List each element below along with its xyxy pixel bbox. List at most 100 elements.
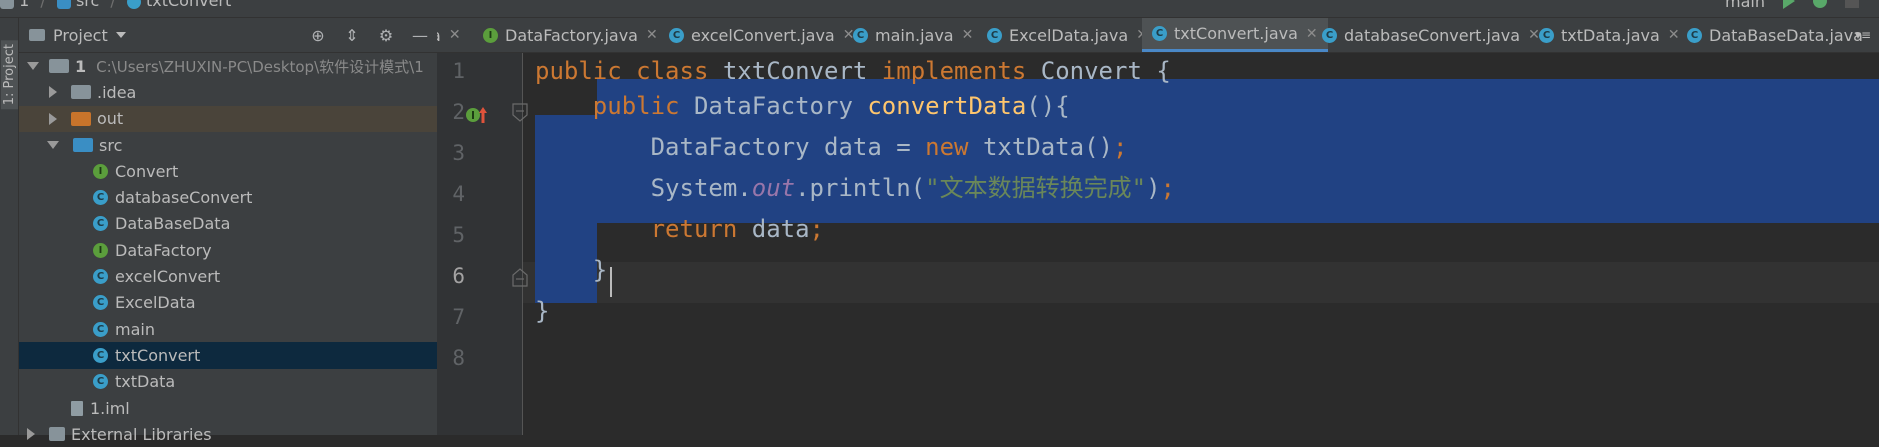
code-editor[interactable]: 1 2 3 4 5 6 7 8 public class txtConvert … <box>437 53 1879 435</box>
breadcrumb-separator: / <box>40 0 46 10</box>
tab-excelconvert[interactable]: C excelConvert.java ✕ <box>669 18 854 52</box>
close-icon[interactable]: ✕ <box>646 27 658 43</box>
tree-item-label: DataBaseData <box>115 214 231 234</box>
tab-label: main.java <box>875 25 954 45</box>
tree-item-label: 1 <box>75 56 87 76</box>
tree-item-main[interactable]: C main <box>19 316 437 342</box>
close-icon[interactable]: ✕ <box>1306 26 1318 42</box>
code-area[interactable]: public class txtConvert implements Conve… <box>437 53 1879 435</box>
project-view-selector[interactable]: Project <box>29 26 126 45</box>
locate-icon[interactable]: ⊕ <box>307 24 329 46</box>
code-line-4: System.out.println("文本数据转换完成"); <box>535 174 1175 202</box>
tab-txtconvert[interactable]: C txtConvert.java ✕ <box>1142 18 1328 52</box>
class-icon <box>126 0 141 9</box>
tree-item-txtconvert[interactable]: C txtConvert <box>19 342 437 369</box>
hide-icon[interactable]: — <box>409 24 431 46</box>
run-toolbar: main <box>1725 0 1859 11</box>
collapse-arrow-icon[interactable] <box>49 86 57 99</box>
project-folder-icon <box>0 0 14 9</box>
collapse-arrow-icon[interactable] <box>27 428 35 441</box>
tree-item-project-root[interactable]: 1 C:\Users\ZHUXIN-PC\Desktop\软件设计模式\1 <box>19 53 437 79</box>
tree-item-iml[interactable]: 1.iml <box>19 395 437 421</box>
text-cursor <box>610 267 612 297</box>
tree-item-excelconvert[interactable]: C excelConvert <box>19 263 437 289</box>
tab-txtdata[interactable]: C txtData.java ✕ <box>1539 18 1680 52</box>
tree-item-label: databaseConvert <box>115 188 253 208</box>
tree-item-label: .idea <box>97 82 137 102</box>
tool-window-stripe: 1: Project <box>0 18 19 435</box>
project-tree: 1 C:\Users\ZHUXIN-PC\Desktop\软件设计模式\1 .i… <box>19 53 437 447</box>
collapse-all-icon[interactable]: ⇕ <box>341 24 363 46</box>
tab-main[interactable]: C main.java ✕ <box>853 18 973 52</box>
gear-icon[interactable]: ⚙ <box>375 24 397 46</box>
tab-databasedata[interactable]: C DataBaseData.java <box>1687 18 1863 52</box>
navigation-bar: 1 / src / txtConvert main <box>0 0 1879 18</box>
close-icon[interactable]: ✕ <box>1668 27 1680 43</box>
tab-label: ExcelData.java <box>1009 25 1129 45</box>
tree-item-label: 1.iml <box>90 398 130 418</box>
tree-item-datafactory[interactable]: I DataFactory <box>19 237 437 263</box>
tree-item-databasedata[interactable]: C DataBaseData <box>19 211 437 237</box>
tab-overflow-partial[interactable]: a ✕ <box>437 18 461 52</box>
chevron-down-icon <box>115 32 126 38</box>
code-line-7: } <box>535 297 550 325</box>
excluded-folder-icon <box>71 111 91 126</box>
breadcrumb-item-project[interactable]: 1 <box>19 0 29 10</box>
tab-list-button[interactable]: ▾≡ <box>1855 18 1871 52</box>
breadcrumb-item-src[interactable]: src <box>76 0 99 10</box>
tab-label: txtConvert.java <box>1174 24 1298 43</box>
class-icon: C <box>1152 26 1167 41</box>
class-icon: C <box>987 27 1002 43</box>
project-path: C:\Users\ZHUXIN-PC\Desktop\软件设计模式\1 <box>96 57 424 76</box>
tree-item-out[interactable]: out <box>19 105 437 132</box>
breadcrumb: 1 / src / txtConvert <box>0 0 231 10</box>
tree-item-label: txtData <box>115 372 176 392</box>
tab-databaseconvert[interactable]: C databaseConvert.java ✕ <box>1322 18 1540 52</box>
tab-exceldata[interactable]: C ExcelData.java ✕ <box>987 18 1148 52</box>
tree-item-label: External Libraries <box>71 424 212 444</box>
tree-item-convert[interactable]: I Convert <box>19 158 437 184</box>
tab-label: DataBaseData.java <box>1709 25 1863 45</box>
tree-item-exceldata[interactable]: C ExcelData <box>19 290 437 316</box>
expand-arrow-icon[interactable] <box>47 141 59 150</box>
class-icon: C <box>93 295 108 311</box>
panel-toolbar: ⊕ ⇕ ⚙ — <box>307 24 431 46</box>
editor-tab-bar: a ✕ I DataFactory.java ✕ C excelConvert.… <box>437 18 1879 53</box>
stop-icon[interactable] <box>1845 0 1859 8</box>
folder-icon <box>71 85 91 100</box>
class-icon: C <box>1322 27 1337 43</box>
runnable-class-icon: C <box>93 321 108 337</box>
project-panel-title: Project <box>53 25 108 45</box>
code-line-6: } <box>535 256 608 284</box>
tree-item-label: DataFactory <box>115 240 212 260</box>
debug-icon[interactable] <box>1813 0 1827 8</box>
breadcrumb-separator: / <box>110 0 116 10</box>
run-icon[interactable] <box>1783 0 1795 9</box>
tab-label: excelConvert.java <box>691 25 835 45</box>
project-panel: Project ⊕ ⇕ ⚙ — 1 C:\Users\ZHUXIN-PC\Des… <box>19 18 437 444</box>
project-tool-button[interactable]: 1: Project <box>1 40 18 110</box>
run-configuration-select[interactable]: main <box>1725 0 1765 11</box>
tree-item-label: main <box>115 319 155 339</box>
collapse-arrow-icon[interactable] <box>49 112 57 125</box>
folder-icon <box>56 0 71 9</box>
class-icon: C <box>93 347 108 363</box>
tree-item-databaseconvert[interactable]: C databaseConvert <box>19 184 437 210</box>
tab-datafactory[interactable]: I DataFactory.java ✕ <box>483 18 658 52</box>
tree-item-label: excelConvert <box>115 267 221 287</box>
tree-item-src[interactable]: src <box>19 132 437 158</box>
tree-item-txtdata[interactable]: C txtData <box>19 369 437 395</box>
breadcrumb-item-file[interactable]: txtConvert <box>146 0 231 10</box>
library-icon <box>49 427 65 442</box>
tree-item-external-libraries[interactable]: External Libraries <box>19 421 437 447</box>
class-icon: C <box>1687 27 1702 43</box>
class-icon: C <box>93 216 108 232</box>
code-line-2: public DataFactory convertData(){ <box>592 92 1070 120</box>
close-icon[interactable]: ✕ <box>962 27 974 43</box>
close-icon[interactable]: ✕ <box>449 27 461 43</box>
expand-arrow-icon[interactable] <box>27 62 39 71</box>
tree-item-label: ExcelData <box>115 293 196 313</box>
tab-label: a <box>437 26 441 45</box>
tree-item-idea[interactable]: .idea <box>19 79 437 105</box>
tree-item-label: txtConvert <box>115 345 201 365</box>
